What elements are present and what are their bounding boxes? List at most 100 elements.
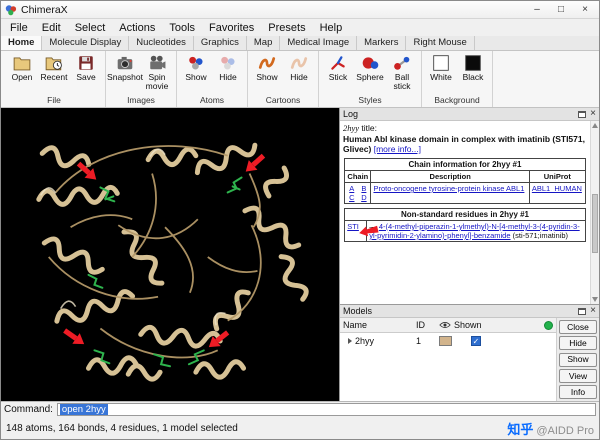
stick-style-button[interactable]: Stick bbox=[322, 52, 354, 82]
scroll-up-icon[interactable] bbox=[592, 123, 598, 128]
scrollbar-thumb[interactable] bbox=[592, 194, 598, 253]
column-name: Name bbox=[343, 320, 413, 330]
sti-residue-link[interactable]: STI bbox=[347, 222, 359, 231]
model-view-button[interactable]: View bbox=[559, 369, 597, 383]
model-show-button[interactable]: Show bbox=[559, 353, 597, 367]
tab-molecule-display[interactable]: Molecule Display bbox=[42, 36, 129, 50]
menu-select[interactable]: Select bbox=[68, 20, 113, 36]
sphere-style-button[interactable]: Sphere bbox=[354, 52, 386, 82]
panel-close-icon[interactable]: × bbox=[590, 109, 596, 119]
save-floppy-icon bbox=[77, 54, 95, 72]
chain-links-cell: A B C D bbox=[345, 183, 371, 204]
column-id: ID bbox=[416, 320, 436, 330]
watermark-brand: 知乎 bbox=[507, 419, 533, 438]
menu-help[interactable]: Help bbox=[313, 20, 350, 36]
toolbar-tabbar: Home Molecule Display Nucleotides Graphi… bbox=[1, 36, 599, 51]
cartoon-hide-icon bbox=[290, 54, 308, 72]
menubar: File Edit Select Actions Tools Favorites… bbox=[1, 19, 599, 36]
tab-nucleotides[interactable]: Nucleotides bbox=[129, 36, 194, 50]
structure-title: Human Abl kinase domain in complex with … bbox=[343, 134, 587, 154]
status-bar: 148 atoms, 164 bonds, 4 residues, 1 mode… bbox=[1, 417, 599, 439]
toolbar: Open Recent Save File Snapshot bbox=[1, 51, 599, 108]
tab-medical-image[interactable]: Medical Image bbox=[280, 36, 357, 50]
close-button[interactable]: × bbox=[573, 1, 597, 18]
stick-style-icon bbox=[329, 54, 347, 72]
menu-tools[interactable]: Tools bbox=[162, 20, 202, 36]
atoms-show-icon bbox=[187, 54, 205, 72]
log-panel-title: Log bbox=[343, 109, 574, 119]
undock-icon[interactable] bbox=[578, 308, 586, 315]
open-button[interactable]: Open bbox=[6, 52, 38, 82]
movie-camera-icon bbox=[148, 54, 166, 72]
chain-info-table: Chain information for 2hyy #1 Chain Desc… bbox=[344, 158, 586, 204]
recent-button[interactable]: Recent bbox=[38, 52, 70, 82]
uniprot-link[interactable]: ABL1_HUMAN bbox=[532, 184, 582, 193]
log-panel: Log × 2hyy title: Human Abl kinase domai… bbox=[340, 108, 599, 305]
tab-home[interactable]: Home bbox=[1, 36, 42, 50]
tab-map[interactable]: Map bbox=[247, 36, 280, 50]
sphere-style-icon bbox=[361, 54, 379, 72]
models-buttons: Close Hide Show View Info bbox=[557, 318, 599, 401]
menu-actions[interactable]: Actions bbox=[112, 20, 162, 36]
shown-checkbox[interactable]: ✓ bbox=[471, 336, 481, 346]
cartoons-hide-button[interactable]: Hide bbox=[283, 52, 315, 82]
titlebar: ChimeraX – □ × bbox=[1, 1, 599, 19]
chain-a-link[interactable]: A bbox=[347, 184, 356, 193]
ball-stick-style-button[interactable]: Ball stick bbox=[386, 52, 418, 91]
cartoons-show-button[interactable]: Show bbox=[251, 52, 283, 82]
tab-markers[interactable]: Markers bbox=[357, 36, 406, 50]
toolbar-group-styles: Stick Sphere Ball stick Styles bbox=[319, 51, 422, 107]
toolbar-group-label-atoms: Atoms bbox=[180, 94, 244, 107]
log-entry-title: 2hyy title: bbox=[343, 123, 587, 133]
app-logo-icon bbox=[5, 4, 17, 16]
atoms-show-button[interactable]: Show bbox=[180, 52, 212, 82]
window-title: ChimeraX bbox=[21, 4, 68, 16]
more-info-link[interactable]: [more info...] bbox=[374, 144, 421, 154]
snapshot-button[interactable]: Snapshot bbox=[109, 52, 141, 82]
tab-graphics[interactable]: Graphics bbox=[194, 36, 247, 50]
eye-icon bbox=[439, 321, 451, 329]
atoms-hide-button[interactable]: Hide bbox=[212, 52, 244, 82]
watermark-handle: @AIDD Pro bbox=[536, 425, 594, 437]
tab-right-mouse[interactable]: Right Mouse bbox=[406, 36, 474, 50]
select-indicator-icon[interactable] bbox=[544, 321, 553, 330]
command-label: Command: bbox=[4, 404, 53, 415]
background-black-button[interactable]: Black bbox=[457, 52, 489, 82]
save-button[interactable]: Save bbox=[70, 52, 102, 82]
toolbar-group-atoms: Show Hide Atoms bbox=[177, 51, 248, 107]
toolbar-group-cartoons: Show Hide Cartoons bbox=[248, 51, 319, 107]
model-color-swatch[interactable] bbox=[439, 336, 452, 346]
undock-icon[interactable] bbox=[578, 111, 586, 118]
atoms-hide-icon bbox=[219, 54, 237, 72]
log-panel-header: Log × bbox=[340, 108, 599, 121]
spin-movie-button[interactable]: Spin movie bbox=[141, 52, 173, 91]
maximize-button[interactable]: □ bbox=[549, 1, 573, 18]
chain-d-link[interactable]: D bbox=[359, 193, 368, 202]
log-scrollbar[interactable] bbox=[590, 121, 599, 304]
toolbar-group-label-images: Images bbox=[109, 94, 173, 107]
model-close-button[interactable]: Close bbox=[559, 320, 597, 334]
chain-description-link[interactable]: Proto-oncogene tyrosine-protein kinase A… bbox=[373, 184, 524, 193]
status-text: 148 atoms, 164 bonds, 4 residues, 1 mode… bbox=[6, 423, 238, 434]
scroll-down-icon[interactable] bbox=[592, 297, 598, 302]
command-input[interactable]: open 2hyy bbox=[57, 403, 596, 416]
toolbar-group-background: White Black Background bbox=[422, 51, 493, 107]
expand-arrow-icon[interactable] bbox=[348, 338, 352, 344]
toolbar-group-label-styles: Styles bbox=[322, 94, 418, 107]
model-hide-button[interactable]: Hide bbox=[559, 336, 597, 350]
minimize-button[interactable]: – bbox=[525, 1, 549, 18]
chain-c-link[interactable]: C bbox=[347, 193, 356, 202]
menu-favorites[interactable]: Favorites bbox=[202, 20, 261, 36]
background-white-button[interactable]: White bbox=[425, 52, 457, 82]
model-info-button[interactable]: Info bbox=[559, 385, 597, 399]
menu-file[interactable]: File bbox=[3, 20, 35, 36]
right-pane: Log × 2hyy title: Human Abl kinase domai… bbox=[339, 108, 599, 401]
recent-folder-icon bbox=[45, 54, 63, 72]
panel-close-icon[interactable]: × bbox=[590, 306, 596, 316]
chain-b-link[interactable]: B bbox=[359, 184, 368, 193]
nonstandard-residues-table: Non-standard residues in 2hyy #1 STI — bbox=[344, 208, 586, 242]
model-row[interactable]: 2hyy 1 ✓ bbox=[340, 333, 556, 349]
menu-presets[interactable]: Presets bbox=[261, 20, 312, 36]
graphics-viewport[interactable] bbox=[1, 108, 339, 401]
menu-edit[interactable]: Edit bbox=[35, 20, 68, 36]
